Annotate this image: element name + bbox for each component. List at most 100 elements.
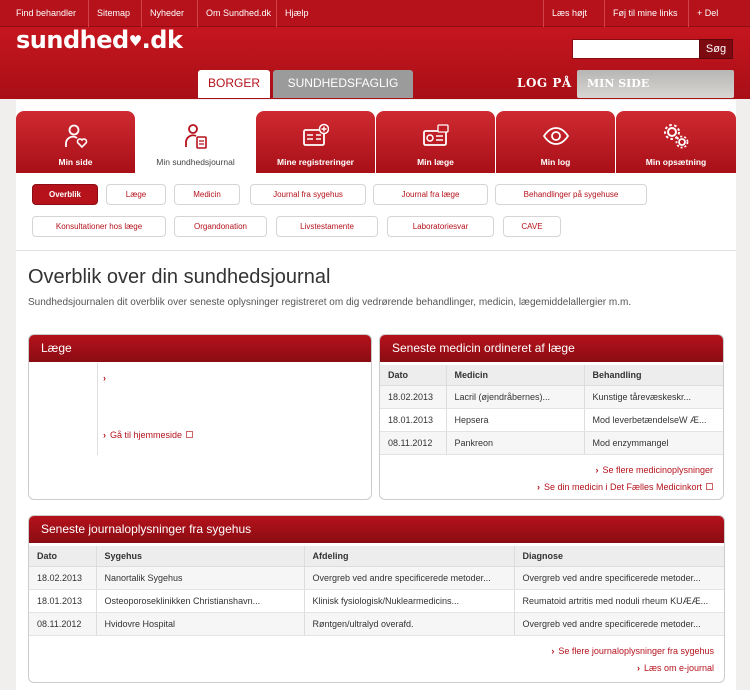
tab-label: Min læge — [417, 157, 454, 167]
logo-text: sundhed — [16, 26, 129, 54]
subnav-livstestamente[interactable]: Livstestamente — [276, 216, 378, 237]
cell: 18.02.2013 — [29, 566, 96, 590]
cell: Klinisk fysiologisk/Nuklearmedicins... — [303, 589, 514, 613]
tab-label: Min side — [58, 157, 93, 167]
chevron-right-icon: › — [103, 430, 106, 440]
tab-mine-registreringer[interactable]: Mine registreringer — [256, 111, 375, 173]
cell: 18.02.2013 — [380, 385, 446, 409]
subnav-cave[interactable]: CAVE — [503, 216, 561, 237]
cell: Lacril (øjendråbernes)... — [445, 385, 584, 409]
id-card-plus-icon — [302, 123, 329, 146]
link-nyheder[interactable]: Nyheder — [141, 0, 192, 27]
column-header: Behandling — [583, 365, 723, 386]
subnav-medicin[interactable]: Medicin — [174, 184, 240, 205]
external-link-icon — [706, 483, 713, 490]
search-input[interactable] — [572, 39, 700, 59]
tab-min-side[interactable]: Min side — [16, 111, 135, 173]
column-header: Dato — [29, 546, 96, 567]
cell: Hvidovre Hospital — [95, 612, 304, 636]
laege-panel: Læge › › Gå til hjemmeside — [28, 334, 372, 500]
table-row[interactable]: 18.01.2013 Hepsera Mod leverbetændelseW … — [380, 408, 723, 432]
cell: Pankreon — [445, 431, 584, 455]
medicin-panel: Seneste medicin ordineret af læge Dato M… — [379, 334, 724, 500]
chevron-right-icon: › — [636, 663, 640, 673]
table-row[interactable]: 18.02.2013 Lacril (øjendråbernes)... Kun… — [380, 385, 723, 409]
cell: Reumatoid artritis med noduli rheum KUÆÆ… — [513, 589, 724, 613]
subnav-behandlinger-paa-sygehuse[interactable]: Behandlinger på sygehuse — [495, 184, 647, 205]
panel-title: Læge — [29, 335, 371, 362]
gears-icon — [664, 124, 689, 149]
subnav-journal-fra-sygehus[interactable]: Journal fra sygehus — [250, 184, 366, 205]
subnav-overblik[interactable]: Overblik — [32, 184, 98, 205]
cell: Overgreb ved andre specificerede metoder… — [513, 566, 724, 590]
table-row[interactable]: 18.02.2013 Nanortalik Sygehus Overgreb v… — [29, 566, 724, 590]
faelles-medicinkort-link[interactable]: › Se din medicin i Det Fælles Medicinkort — [537, 482, 713, 492]
subnav-organdonation[interactable]: Organdonation — [174, 216, 267, 237]
table-header: Dato Sygehus Afdeling Diagnose — [29, 546, 724, 567]
divider — [16, 250, 736, 251]
table-row[interactable]: 08.11.2012 Pankreon Mod enzymmangel — [380, 431, 723, 455]
tab-sundhedsfaglig[interactable]: SUNDHEDSFAGLIG — [273, 70, 413, 98]
cell: Hepsera — [445, 408, 584, 432]
table-row[interactable]: 18.01.2013 Osteoporoseklinikken Christia… — [29, 589, 724, 613]
table-row[interactable]: 08.11.2012 Hvidovre Hospital Røntgen/ult… — [29, 612, 724, 636]
link-del[interactable]: + Del — [688, 0, 726, 27]
icon-tab-bar: Min side Min sundhedsjournal Mine regist… — [16, 111, 736, 173]
cell: Mod leverbetændelseW Æ... — [583, 408, 723, 432]
column-header: Sygehus — [95, 546, 304, 567]
chevron-right-icon: › — [536, 482, 540, 492]
medicin-table: Dato Medicin Behandling 18.02.2013 Lacri… — [380, 365, 723, 455]
journal-panel: Seneste journaloplysninger fra sygehus D… — [28, 515, 725, 683]
link-laes-hoejt[interactable]: Læs højt — [543, 0, 595, 27]
cell: 08.11.2012 — [29, 612, 96, 636]
link-sitemap[interactable]: Sitemap — [88, 0, 138, 27]
se-flere-medicin-link[interactable]: › Se flere medicinoplysninger — [595, 465, 713, 475]
journal-table: Dato Sygehus Afdeling Diagnose 18.02.201… — [29, 546, 724, 636]
page-title: Overblik over din sundhedsjournal — [28, 266, 331, 288]
top-utility-bar: Find behandler Sitemap Nyheder Om Sundhe… — [0, 0, 750, 27]
panel-title: Seneste medicin ordineret af læge — [380, 335, 723, 362]
link-text: Se din medicin i Det Fælles Medicinkort — [543, 482, 702, 492]
tab-borger[interactable]: BORGER — [198, 70, 270, 98]
se-flere-journal-link[interactable]: › Se flere journaloplysninger fra sygehus — [551, 646, 714, 656]
eye-icon — [542, 127, 569, 145]
tab-label: Min opsætning — [645, 157, 707, 167]
tab-min-laege[interactable]: Min læge — [376, 111, 495, 173]
tab-min-sundhedsjournal[interactable]: Min sundhedsjournal — [136, 111, 255, 173]
subnav-laege[interactable]: Læge — [106, 184, 166, 205]
laes-om-ejournal-link[interactable]: › Læs om e-journal — [637, 663, 714, 673]
column-header: Diagnose — [513, 546, 724, 567]
column-header: Medicin — [445, 365, 584, 386]
cell: 18.01.2013 — [380, 408, 446, 432]
tab-min-opsaetning[interactable]: Min opsætning — [616, 111, 736, 173]
subnav-konsultationer-hos-laege[interactable]: Konsultationer hos læge — [32, 216, 166, 237]
login-link[interactable]: LOG PÅ — [517, 76, 572, 90]
cell: 18.01.2013 — [29, 589, 96, 613]
link-om-sundhed[interactable]: Om Sundhed.dk — [197, 0, 279, 27]
tab-min-log[interactable]: Min log — [496, 111, 615, 173]
logo-suffix: .dk — [141, 26, 183, 54]
subnav-laboratoriesvar[interactable]: Laboratoriesvar — [387, 216, 494, 237]
heart-icon: ♥ — [128, 32, 142, 50]
link-find-behandler[interactable]: Find behandler — [8, 0, 84, 27]
doctor-name-link[interactable]: › — [103, 373, 110, 383]
link-hjaelp[interactable]: Hjælp — [276, 0, 317, 27]
divider — [97, 363, 98, 455]
person-document-icon — [184, 124, 207, 149]
link-text: Se flere journaloplysninger fra sygehus — [558, 646, 714, 656]
cell: Osteoporoseklinikken Christianshavn... — [95, 589, 304, 613]
link-text: Gå til hjemmeside — [110, 430, 183, 440]
subnav-journal-fra-laege[interactable]: Journal fra læge — [373, 184, 488, 205]
min-side-button[interactable]: MIN SIDE — [577, 70, 734, 98]
link-text: Læs om e-journal — [643, 663, 714, 673]
column-header: Dato — [380, 365, 446, 386]
link-foej-til-mine-links[interactable]: Føj til mine links — [604, 0, 686, 27]
site-logo[interactable]: sundhed♥.dk — [16, 26, 183, 54]
table-header: Dato Medicin Behandling — [380, 365, 723, 386]
search-button[interactable]: Søg — [699, 39, 733, 59]
chevron-right-icon: › — [551, 646, 555, 656]
cell: 08.11.2012 — [380, 431, 446, 455]
card-clock-icon — [422, 124, 449, 146]
hjemmeside-link[interactable]: › Gå til hjemmeside — [103, 430, 194, 440]
chevron-right-icon: › — [595, 465, 599, 475]
